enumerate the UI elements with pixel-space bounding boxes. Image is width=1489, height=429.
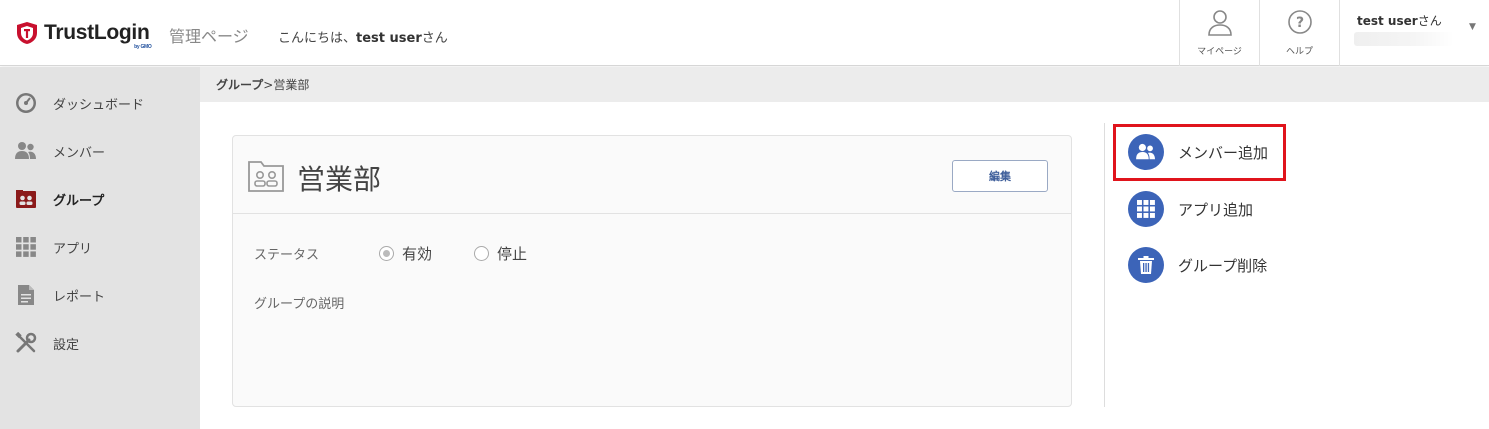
apps-grid-icon	[15, 236, 37, 258]
sidebar-item-report[interactable]: レポート	[0, 271, 200, 319]
add-app-grid-icon	[1128, 191, 1164, 227]
breadcrumb-parent-link[interactable]: グループ	[216, 76, 263, 93]
members-icon	[15, 140, 37, 162]
help-label: ヘルプ	[1285, 47, 1313, 57]
svg-text:?: ?	[1295, 15, 1303, 31]
user-email-blurred	[1354, 32, 1454, 46]
delete-group-action[interactable]: グループ削除	[1128, 247, 1267, 283]
mypage-button[interactable]: マイページ	[1179, 0, 1259, 66]
description-label: グループの説明	[254, 297, 345, 312]
breadcrumb-separator: >	[263, 77, 274, 92]
group-icon	[15, 188, 37, 210]
radio-unchecked-icon[interactable]	[474, 246, 489, 261]
trash-icon	[1128, 247, 1164, 283]
sidebar-item-label: メンバー	[53, 145, 106, 161]
person-icon	[1207, 10, 1232, 36]
sidebar-item-label: グループ	[53, 193, 105, 209]
action-label: アプリ追加	[1178, 200, 1254, 219]
caret-down-icon[interactable]: ▼	[1469, 22, 1476, 32]
add-app-action[interactable]: アプリ追加	[1128, 191, 1253, 227]
dashboard-icon	[15, 92, 37, 114]
vertical-divider	[1104, 123, 1105, 407]
highlight-box	[1113, 124, 1286, 181]
greeting-text: こんにちは、test userさん	[278, 31, 448, 46]
user-menu[interactable]: test userさん ▼	[1339, 0, 1489, 66]
question-circle-icon: ?	[1287, 10, 1312, 34]
radio-checked-icon[interactable]	[379, 246, 394, 261]
sidebar: ダッシュボード メンバー グループ アプリ レポート 設定	[0, 67, 200, 429]
help-button[interactable]: ? ヘルプ	[1259, 0, 1339, 66]
status-radio-stopped[interactable]: 停止	[474, 243, 527, 264]
admin-page-label: 管理ページ	[169, 27, 249, 46]
user-name: test userさん	[1357, 14, 1442, 28]
sidebar-item-group[interactable]: グループ	[0, 175, 200, 223]
sidebar-item-settings[interactable]: 設定	[0, 319, 200, 367]
mypage-label: マイページ	[1197, 47, 1242, 57]
status-label: ステータス	[254, 248, 320, 263]
sidebar-item-label: ダッシュボード	[53, 97, 145, 113]
group-title: 営業部	[297, 163, 382, 196]
sidebar-item-label: レポート	[53, 289, 106, 305]
sidebar-item-label: アプリ	[53, 241, 93, 257]
brand-name: TrustLogin by GMO	[44, 21, 152, 50]
top-header: TrustLogin by GMO 管理ページ こんにちは、test userさん…	[0, 0, 1489, 66]
sidebar-item-apps[interactable]: アプリ	[0, 223, 200, 271]
shield-logo-icon	[17, 22, 37, 44]
sidebar-item-label: 設定	[53, 337, 80, 353]
edit-button[interactable]: 編集	[952, 160, 1048, 192]
group-card-header: 営業部 編集	[233, 136, 1071, 214]
report-icon	[15, 284, 37, 306]
group-detail-card: 営業部 編集 ステータス 有効 停止 グループの説明	[232, 135, 1072, 407]
sidebar-item-dashboard[interactable]: ダッシュボード	[0, 79, 200, 127]
settings-tools-icon	[15, 332, 37, 354]
sidebar-item-members[interactable]: メンバー	[0, 127, 200, 175]
trustlogin-logo[interactable]: TrustLogin by GMO	[16, 18, 152, 50]
group-folder-icon	[248, 161, 284, 192]
status-radio-active[interactable]: 有効	[379, 243, 432, 264]
brand-sub: by GMO	[134, 44, 152, 50]
breadcrumb: グループ > 営業部	[200, 67, 1489, 102]
radio-label: 停止	[497, 245, 528, 263]
radio-label: 有効	[402, 245, 433, 263]
action-label: グループ削除	[1178, 256, 1268, 275]
breadcrumb-current: 営業部	[273, 78, 310, 92]
